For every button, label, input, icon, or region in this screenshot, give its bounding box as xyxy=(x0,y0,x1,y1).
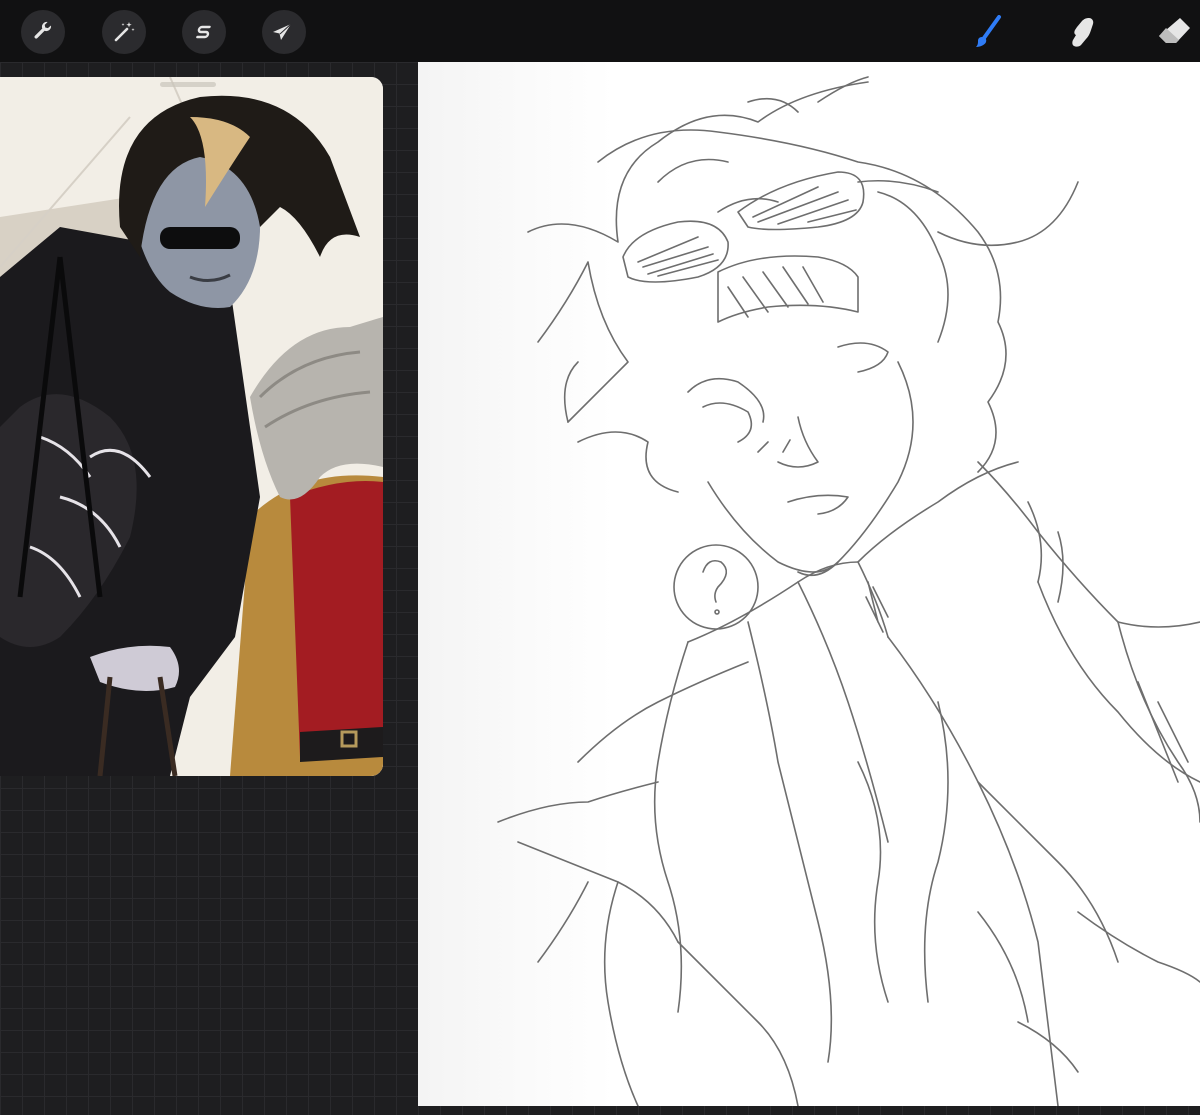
wrench-icon xyxy=(34,21,52,39)
brush-icon xyxy=(976,15,1001,47)
brush-button[interactable] xyxy=(966,10,1010,54)
top-toolbar xyxy=(0,0,1200,62)
reference-image xyxy=(0,77,383,776)
sketch-drawing xyxy=(497,76,1200,1106)
adjustments-button[interactable] xyxy=(102,10,146,54)
reference-window-handle[interactable] xyxy=(160,82,216,87)
reference-window[interactable] xyxy=(0,77,383,776)
drawing-canvas[interactable] xyxy=(418,62,1200,1106)
actions-button[interactable] xyxy=(21,10,65,54)
eraser-icon xyxy=(1159,18,1190,43)
smudge-finger-icon xyxy=(1072,18,1094,47)
arrow-cursor-icon xyxy=(273,23,292,40)
magic-wand-icon xyxy=(114,22,135,42)
transform-button[interactable] xyxy=(262,10,306,54)
selection-s-icon xyxy=(196,25,211,39)
selection-button[interactable] xyxy=(182,10,226,54)
smudge-button[interactable] xyxy=(1062,10,1106,54)
eraser-button[interactable] xyxy=(1152,10,1196,54)
